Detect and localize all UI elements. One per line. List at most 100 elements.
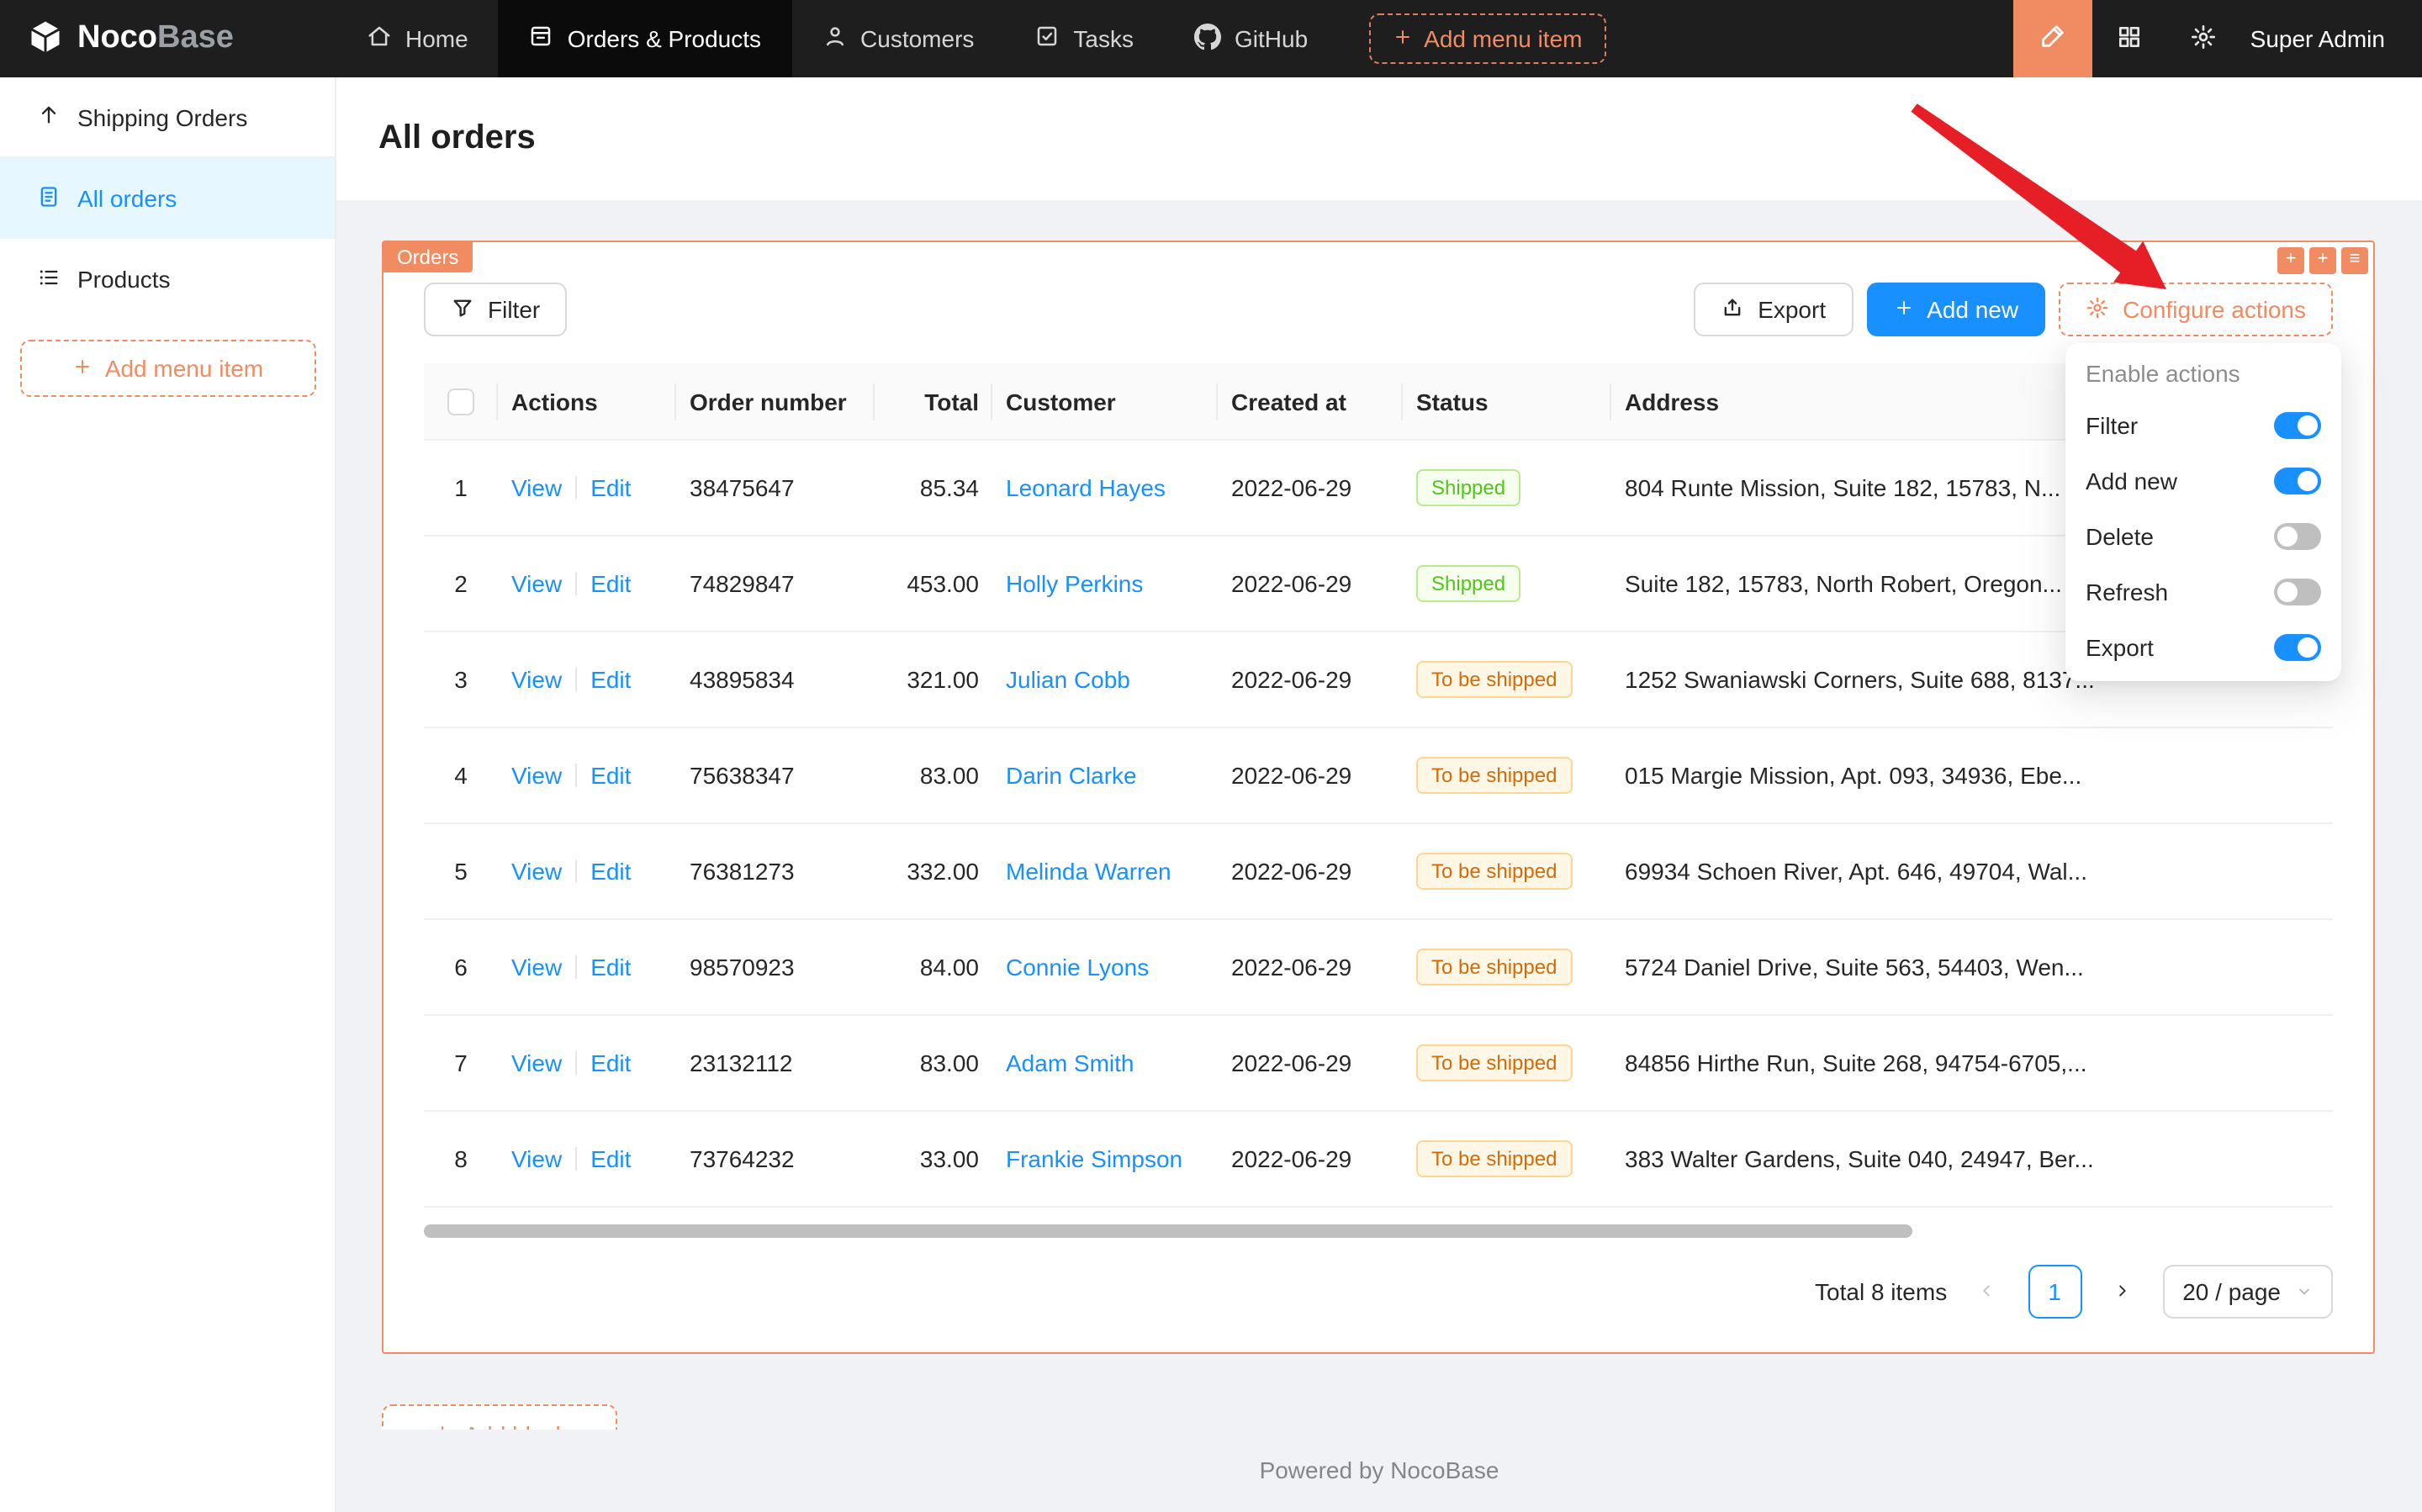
plus-icon [432, 1422, 452, 1430]
row-index: 1 [454, 475, 468, 502]
customer-link[interactable]: Darin Clarke [1006, 763, 1137, 790]
enable-action-item[interactable]: Filter [2065, 397, 2341, 452]
funnel-icon [451, 295, 474, 324]
enable-action-item[interactable]: Export [2065, 619, 2341, 674]
actions-cell: View Edit [498, 537, 676, 632]
edit-link[interactable]: Edit [590, 1146, 631, 1173]
view-link[interactable]: View [511, 667, 562, 694]
customer-link[interactable]: Connie Lyons [1006, 954, 1149, 981]
table-row[interactable]: 4 ViewEdit 75638347 83.00 Darin Clarke 2… [424, 728, 2333, 824]
nav-item-home[interactable]: Home [336, 0, 499, 77]
toggle-switch[interactable] [2274, 633, 2321, 660]
table-row[interactable]: 2 ViewEdit 74829847 453.00 Holly Perkins… [424, 537, 2333, 632]
sidebar-item-shipping-orders[interactable]: Shipping Orders [0, 77, 335, 158]
enable-action-item[interactable]: Refresh [2065, 563, 2341, 619]
row-index: 7 [454, 1050, 468, 1077]
table-header-row: Actions Order number Total Customer Crea… [424, 363, 2333, 441]
action-divider [575, 764, 577, 788]
customer-link[interactable]: Leonard Hayes [1006, 475, 1166, 502]
edit-link[interactable]: Edit [590, 763, 631, 790]
row-index: 4 [454, 763, 468, 790]
view-link[interactable]: View [511, 475, 562, 502]
add-block-button[interactable]: Add block [382, 1405, 617, 1430]
top-navbar: NocoBase Home Orders & Products Customer… [0, 0, 2422, 77]
table-row[interactable]: 1 ViewEdit 38475647 85.34 Leonard Hayes … [424, 441, 2333, 537]
logo-text-light: Base [157, 20, 234, 56]
export-button[interactable]: Export [1694, 283, 1853, 336]
plugin-manager-button[interactable] [2092, 0, 2166, 77]
customer-link[interactable]: Julian Cobb [1006, 667, 1130, 694]
view-link[interactable]: View [511, 1050, 562, 1077]
filter-button[interactable]: Filter [424, 283, 567, 336]
edit-link[interactable]: Edit [590, 475, 631, 502]
edit-link[interactable]: Edit [590, 571, 631, 598]
view-link[interactable]: View [511, 1146, 562, 1173]
sidebar-add-menu-item-button[interactable]: Add menu item [20, 340, 316, 397]
created-at-cell: 2022-06-29 [1218, 1112, 1403, 1208]
view-link[interactable]: View [511, 954, 562, 981]
nav-item-tasks[interactable]: Tasks [1004, 0, 1164, 77]
customer-link[interactable]: Frankie Simpson [1006, 1146, 1182, 1173]
table-row[interactable]: 5 ViewEdit 76381273 332.00 Melinda Warre… [424, 824, 2333, 920]
enable-action-item[interactable]: Add new [2065, 452, 2341, 508]
view-link[interactable]: View [511, 763, 562, 790]
table-row[interactable]: 7 ViewEdit 23132112 83.00 Adam Smith 202… [424, 1016, 2333, 1112]
orders-table-body: 1 ViewEdit 38475647 85.34 Leonard Hayes … [424, 441, 2333, 1208]
customer-link[interactable]: Holly Perkins [1006, 571, 1143, 598]
add-block-icon[interactable]: + [2309, 247, 2336, 274]
row-index: 3 [454, 667, 468, 694]
total-cell: 33.00 [875, 1112, 992, 1208]
edit-link[interactable]: Edit [590, 667, 631, 694]
nocobase-logo[interactable]: NocoBase [0, 0, 336, 77]
enable-action-item[interactable]: Delete [2065, 508, 2341, 563]
status-cell: Shipped [1403, 537, 1611, 632]
nav-item-orders-products[interactable]: Orders & Products [499, 0, 791, 77]
table-row[interactable]: 3 ViewEdit 43895834 321.00 Julian Cobb 2… [424, 632, 2333, 728]
horizontal-scrollbar-thumb[interactable] [424, 1225, 1913, 1239]
plus-icon [1893, 296, 1913, 323]
customer-link[interactable]: Adam Smith [1006, 1050, 1134, 1077]
view-link[interactable]: View [511, 859, 562, 886]
select-all-checkbox[interactable] [447, 389, 474, 416]
actions-cell: View Edit [498, 920, 676, 1016]
toggle-switch[interactable] [2274, 522, 2321, 549]
ui-editor-button[interactable] [2013, 0, 2092, 77]
toggle-switch[interactable] [2274, 467, 2321, 494]
column-header-order-number: Order number [676, 363, 875, 441]
toggle-knob [2298, 415, 2318, 435]
view-link[interactable]: View [511, 571, 562, 598]
pagination-next-button[interactable] [2095, 1266, 2149, 1319]
page-size-select[interactable]: 20 / page [2162, 1266, 2333, 1319]
add-column-icon[interactable]: + [2277, 247, 2304, 274]
pagination-prev-button[interactable] [1960, 1266, 2014, 1319]
configure-actions-button[interactable]: Configure actions [2059, 283, 2333, 336]
logo-cube-icon [27, 18, 64, 60]
column-header-actions: Actions [498, 363, 676, 441]
status-badge: To be shipped [1416, 1141, 1572, 1178]
sidebar-item-products[interactable]: Products [0, 239, 335, 320]
settings-button[interactable] [2166, 0, 2240, 77]
toggle-switch[interactable] [2274, 411, 2321, 438]
nav-item-github[interactable]: GitHub [1164, 0, 1338, 77]
edit-link[interactable]: Edit [590, 859, 631, 886]
table-row[interactable]: 6 ViewEdit 98570923 84.00 Connie Lyons 2… [424, 920, 2333, 1016]
add-new-button[interactable]: Add new [1866, 283, 2045, 336]
plus-icon [73, 355, 93, 382]
nav-item-customers[interactable]: Customers [791, 0, 1004, 77]
sidebar-item-all-orders[interactable]: All orders [0, 158, 335, 239]
edit-link[interactable]: Edit [590, 954, 631, 981]
user-menu[interactable]: Super Admin [2240, 25, 2422, 52]
customer-link[interactable]: Melinda Warren [1006, 859, 1171, 886]
edit-link[interactable]: Edit [590, 1050, 631, 1077]
nav-item-label: GitHub [1235, 25, 1308, 52]
drag-handle-icon[interactable]: ≡ [2341, 247, 2368, 274]
enable-actions-dropdown: Enable actions Filter Add new Delete Ref… [2065, 343, 2341, 681]
actions-cell: View Edit [498, 632, 676, 728]
table-row[interactable]: 8 ViewEdit 73764232 33.00 Frankie Simpso… [424, 1112, 2333, 1208]
status-badge: To be shipped [1416, 854, 1572, 891]
order-number-cell: 43895834 [676, 632, 875, 728]
total-cell: 332.00 [875, 824, 992, 920]
toggle-switch[interactable] [2274, 578, 2321, 605]
pagination-page-1[interactable]: 1 [2028, 1266, 2081, 1319]
navbar-add-menu-item-button[interactable]: Add menu item [1368, 13, 1605, 64]
